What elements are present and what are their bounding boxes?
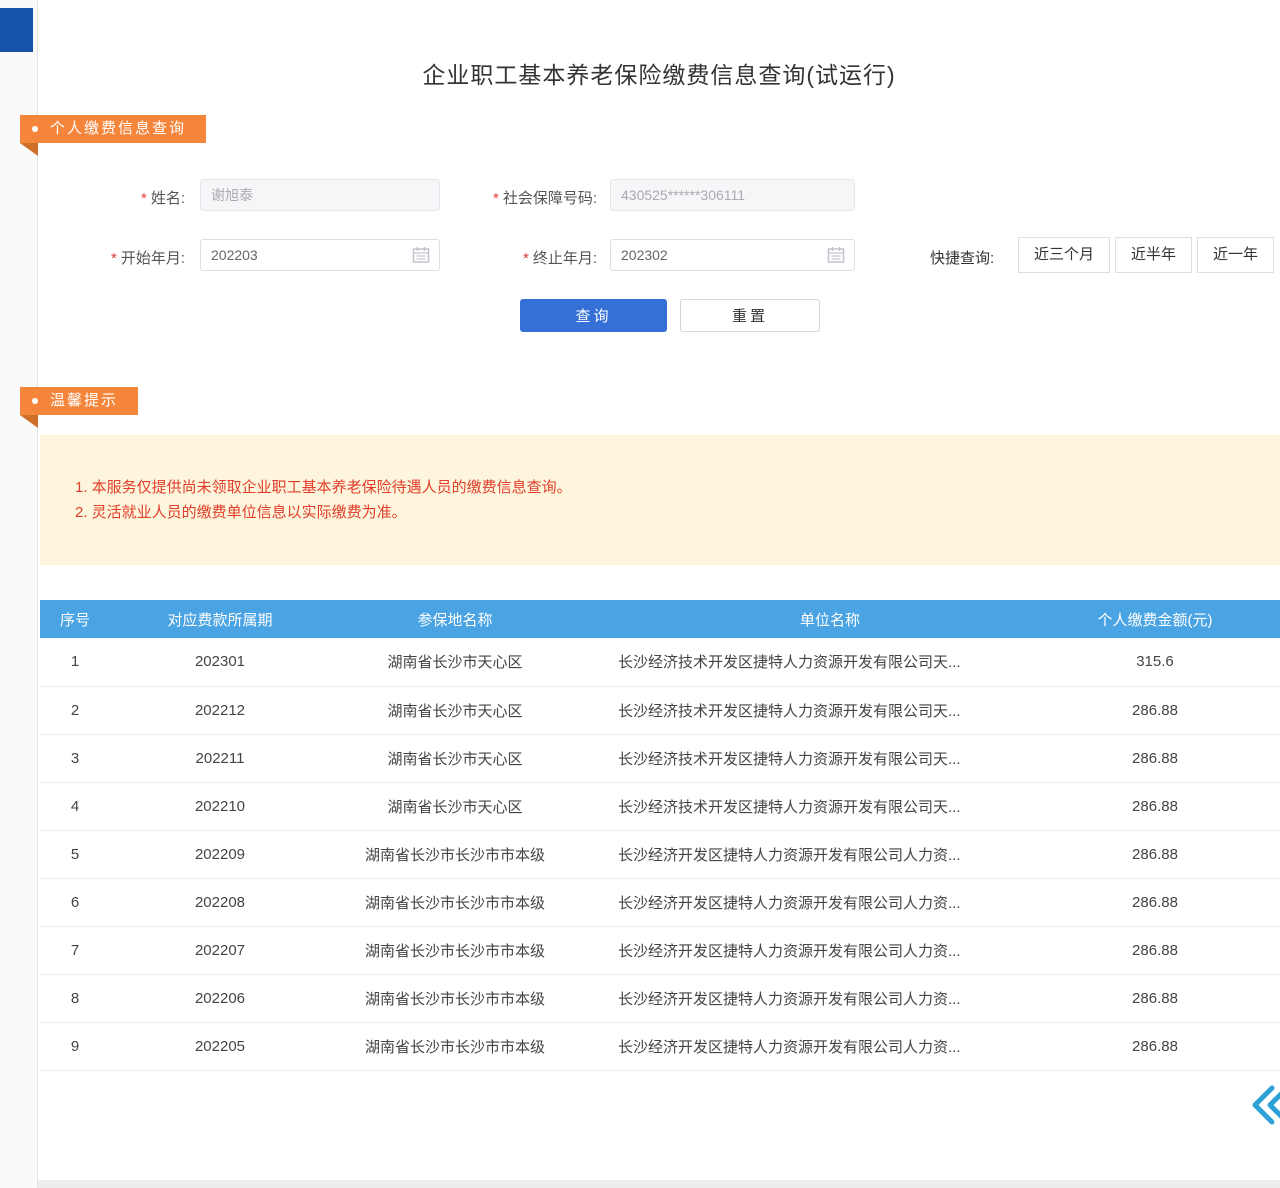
- table-row: 9202205湖南省长沙市长沙市市本级长沙经济开发区捷特人力资源开发有限公司人力…: [40, 1022, 1280, 1070]
- start-month-input[interactable]: [200, 239, 440, 271]
- cell-index: 9: [40, 1022, 110, 1070]
- horizontal-scrollbar-track[interactable]: [38, 1180, 1280, 1188]
- header-area: 参保地名称: [330, 600, 580, 638]
- cell-amount: 315.6: [1080, 638, 1280, 686]
- cell-amount: 286.88: [1080, 1022, 1280, 1070]
- cell-employer: 长沙经济技术开发区捷特人力资源开发有限公司天...: [580, 734, 1080, 782]
- quick-query-group: 近三个月 近半年 近一年: [1018, 237, 1274, 273]
- cell-period: 202211: [110, 734, 330, 782]
- page: { "page": { "title": "企业职工基本养老保险缴费信息查询(试…: [0, 0, 1280, 1188]
- cell-area: 湖南省长沙市天心区: [330, 782, 580, 830]
- cell-index: 3: [40, 734, 110, 782]
- cell-area: 湖南省长沙市长沙市市本级: [330, 926, 580, 974]
- quick-one-year-button[interactable]: 近一年: [1197, 237, 1274, 273]
- cell-area: 湖南省长沙市天心区: [330, 734, 580, 782]
- section-badge-tips: 温馨提示: [20, 387, 138, 415]
- cell-period: 202207: [110, 926, 330, 974]
- cell-period: 202212: [110, 686, 330, 734]
- quick-3months-button[interactable]: 近三个月: [1018, 237, 1110, 273]
- cell-employer: 长沙经济开发区捷特人力资源开发有限公司人力资...: [580, 830, 1080, 878]
- header-amount: 个人缴费金额(元): [1080, 600, 1280, 638]
- cell-period: 202210: [110, 782, 330, 830]
- notice-box: 1. 本服务仅提供尚未领取企业职工基本养老保险待遇人员的缴费信息查询。 2. 灵…: [40, 435, 1280, 565]
- table-header-row: 序号 对应费款所属期 参保地名称 单位名称 个人缴费金额(元): [40, 600, 1280, 638]
- table-row: 7202207湖南省长沙市长沙市市本级长沙经济开发区捷特人力资源开发有限公司人力…: [40, 926, 1280, 974]
- table-row: 3202211湖南省长沙市天心区长沙经济技术开发区捷特人力资源开发有限公司天..…: [40, 734, 1280, 782]
- double-left-chevron-icon[interactable]: [1250, 1082, 1280, 1128]
- cell-area: 湖南省长沙市天心区: [330, 686, 580, 734]
- left-rail: [0, 0, 38, 1188]
- table-row: 1202301湖南省长沙市天心区长沙经济技术开发区捷特人力资源开发有限公司天..…: [40, 638, 1280, 686]
- sidebar-tab[interactable]: [0, 8, 33, 52]
- ssn-input[interactable]: [610, 179, 855, 211]
- cell-employer: 长沙经济开发区捷特人力资源开发有限公司人力资...: [580, 926, 1080, 974]
- header-period: 对应费款所属期: [110, 600, 330, 638]
- cell-index: 1: [40, 638, 110, 686]
- quick-query-label: 快捷查询:: [930, 247, 994, 268]
- reset-button[interactable]: 重置: [680, 299, 820, 332]
- cell-index: 5: [40, 830, 110, 878]
- cell-amount: 286.88: [1080, 878, 1280, 926]
- cell-employer: 长沙经济技术开发区捷特人力资源开发有限公司天...: [580, 782, 1080, 830]
- cell-area: 湖南省长沙市长沙市市本级: [330, 830, 580, 878]
- required-asterisk: *: [493, 190, 499, 207]
- header-employer: 单位名称: [580, 600, 1080, 638]
- table-row: 2202212湖南省长沙市天心区长沙经济技术开发区捷特人力资源开发有限公司天..…: [40, 686, 1280, 734]
- cell-index: 4: [40, 782, 110, 830]
- cell-period: 202205: [110, 1022, 330, 1070]
- calendar-icon[interactable]: [827, 246, 845, 264]
- cell-employer: 长沙经济技术开发区捷特人力资源开发有限公司天...: [580, 686, 1080, 734]
- cell-employer: 长沙经济技术开发区捷特人力资源开发有限公司天...: [580, 638, 1080, 686]
- payment-table-body: 1202301湖南省长沙市天心区长沙经济技术开发区捷特人力资源开发有限公司天..…: [40, 638, 1280, 1070]
- cell-employer: 长沙经济开发区捷特人力资源开发有限公司人力资...: [580, 878, 1080, 926]
- cell-amount: 286.88: [1080, 782, 1280, 830]
- cell-employer: 长沙经济开发区捷特人力资源开发有限公司人力资...: [580, 974, 1080, 1022]
- section-badge-query: 个人缴费信息查询: [20, 115, 206, 143]
- required-asterisk: *: [141, 190, 147, 207]
- cell-period: 202301: [110, 638, 330, 686]
- cell-index: 6: [40, 878, 110, 926]
- table-row: 8202206湖南省长沙市长沙市市本级长沙经济开发区捷特人力资源开发有限公司人力…: [40, 974, 1280, 1022]
- cell-period: 202206: [110, 974, 330, 1022]
- cell-period: 202208: [110, 878, 330, 926]
- table-row: 4202210湖南省长沙市天心区长沙经济技术开发区捷特人力资源开发有限公司天..…: [40, 782, 1280, 830]
- name-input[interactable]: [200, 179, 440, 211]
- page-title: 企业职工基本养老保险缴费信息查询(试运行): [38, 56, 1280, 90]
- cell-area: 湖南省长沙市长沙市市本级: [330, 1022, 580, 1070]
- notice-line: 1. 本服务仅提供尚未领取企业职工基本养老保险待遇人员的缴费信息查询。: [75, 475, 1280, 500]
- bullet-icon: [32, 126, 38, 132]
- cell-area: 湖南省长沙市天心区: [330, 638, 580, 686]
- cell-index: 8: [40, 974, 110, 1022]
- payment-table: 序号 对应费款所属期 参保地名称 单位名称 个人缴费金额(元) 1202301湖…: [40, 600, 1280, 1071]
- end-month-label: *终止年月:: [450, 247, 597, 268]
- cell-amount: 286.88: [1080, 830, 1280, 878]
- table-row: 6202208湖南省长沙市长沙市市本级长沙经济开发区捷特人力资源开发有限公司人力…: [40, 878, 1280, 926]
- cell-index: 2: [40, 686, 110, 734]
- cell-period: 202209: [110, 830, 330, 878]
- quick-half-year-button[interactable]: 近半年: [1115, 237, 1192, 273]
- notice-line: 2. 灵活就业人员的缴费单位信息以实际缴费为准。: [75, 500, 1280, 525]
- cell-amount: 286.88: [1080, 926, 1280, 974]
- table-row: 5202209湖南省长沙市长沙市市本级长沙经济开发区捷特人力资源开发有限公司人力…: [40, 830, 1280, 878]
- cell-employer: 长沙经济开发区捷特人力资源开发有限公司人力资...: [580, 1022, 1080, 1070]
- cell-index: 7: [40, 926, 110, 974]
- header-index: 序号: [40, 600, 110, 638]
- end-month-input[interactable]: [610, 239, 855, 271]
- required-asterisk: *: [111, 250, 117, 267]
- start-month-label: *开始年月:: [60, 247, 185, 268]
- cell-area: 湖南省长沙市长沙市市本级: [330, 878, 580, 926]
- bullet-icon: [32, 398, 38, 404]
- ssn-label: *社会保障号码:: [450, 187, 597, 208]
- required-asterisk: *: [523, 250, 529, 267]
- section-badge-query-label: 个人缴费信息查询: [50, 115, 186, 143]
- cell-area: 湖南省长沙市长沙市市本级: [330, 974, 580, 1022]
- section-badge-tips-label: 温馨提示: [50, 387, 118, 415]
- cell-amount: 286.88: [1080, 686, 1280, 734]
- query-button[interactable]: 查询: [520, 299, 667, 332]
- name-label: *姓名:: [60, 187, 185, 208]
- calendar-icon[interactable]: [412, 246, 430, 264]
- cell-amount: 286.88: [1080, 974, 1280, 1022]
- cell-amount: 286.88: [1080, 734, 1280, 782]
